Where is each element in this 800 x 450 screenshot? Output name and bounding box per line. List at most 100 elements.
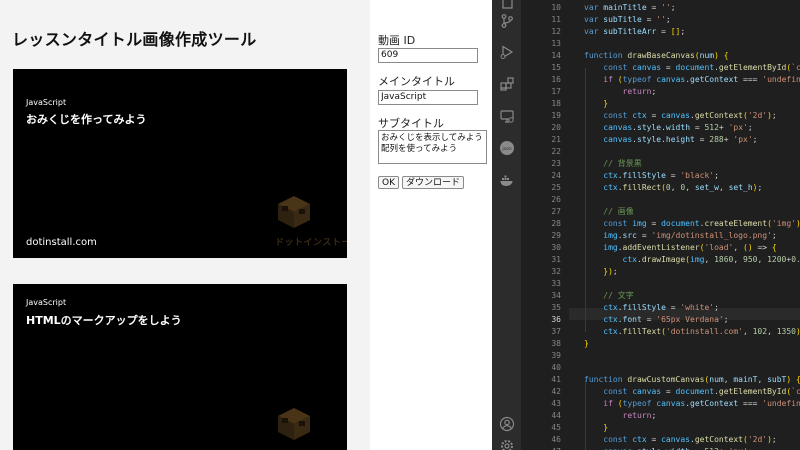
line-number: 18: [551, 99, 561, 108]
run-debug-icon[interactable]: [499, 44, 515, 60]
line-number: 11: [551, 15, 561, 24]
download-button[interactable]: ダウンロード: [402, 176, 465, 189]
main-title-input[interactable]: [378, 90, 478, 105]
line-number-gutter: 10 11 12 13 14 15 16 17 18 19 20 21 22 23 24 25 26 27 28 29…: [521, 0, 569, 450]
code-line: const canvas = document.getElementById(`…: [603, 63, 800, 72]
logo-text: ドットインストール: [275, 238, 347, 248]
activity-bar: json: [492, 0, 521, 450]
code-line: // 画像: [603, 207, 634, 216]
video-id-input[interactable]: [378, 48, 478, 63]
sub-title-textarea[interactable]: おみくじを表示してみよう 配列を使ってみよう: [378, 130, 487, 164]
code-line: if (typeof canvas.getContext === 'undefi…: [603, 399, 800, 408]
remote-explorer-icon[interactable]: [499, 108, 515, 124]
json-icon[interactable]: json: [499, 140, 515, 156]
line-number: 29: [551, 231, 561, 240]
line-number: 36: [551, 315, 561, 324]
code-line: });: [603, 267, 618, 276]
line-number: 16: [551, 75, 561, 84]
account-icon[interactable]: [499, 416, 515, 432]
line-number: 41: [551, 375, 561, 384]
code-line: const img = document.createElement('img'…: [603, 219, 800, 228]
line-number: 42: [551, 387, 561, 396]
line-number: 14: [551, 51, 561, 60]
code-editor: json 10 11 12 13 14 15 16 17 18 19 20 21 22 23 24 25 26 2…: [492, 0, 800, 450]
code-line: canvas.style.width = 512+ 'px';: [603, 123, 753, 132]
code-line: ctx.fillStyle = 'black';: [603, 171, 719, 180]
dotinstall-logo: ドットインストール: [275, 193, 347, 248]
code-line: function drawBaseCanvas(num) {: [584, 51, 729, 60]
code-line: img.src = 'img/dotinstall_logo.png';: [603, 231, 777, 240]
code-line: if (typeof canvas.getContext === 'undefi…: [603, 75, 800, 84]
code-area[interactable]: var mainTitle = ''; var subTitle = ''; var…: [584, 0, 800, 450]
code-line: }: [603, 423, 609, 432]
line-number: 45: [551, 423, 561, 432]
explorer-icon[interactable]: [499, 0, 515, 10]
code-line: const ctx = canvas.getContext('2d');: [603, 111, 777, 120]
ok-button[interactable]: OK: [378, 176, 399, 189]
title-form: 動画 ID メインタイトル サブタイトル おみくじを表示してみよう 配列を使って…: [378, 0, 492, 450]
extensions-icon[interactable]: [499, 76, 515, 92]
line-number: 38: [551, 339, 561, 348]
code-line: return;: [622, 411, 657, 420]
canvas-site-text: dotinstall.com: [26, 237, 97, 248]
sub-title-line: おみくじを表示してみよう: [381, 133, 483, 143]
code-line: ctx.fillRect(0, 0, set_w, set_h);: [603, 183, 763, 192]
code-line: ctx.fillText('dotinstall.com', 102, 1350…: [603, 327, 800, 336]
sub-title-label: サブタイトル: [378, 117, 444, 130]
code-line: canvas.style.height = 288+ 'px';: [603, 135, 758, 144]
canvas-main-title: おみくじを作ってみよう: [26, 113, 147, 126]
line-number: 25: [551, 183, 561, 192]
tool-area: レッスンタイトル画像作成ツール JavaScript おみくじを作ってみよう ド…: [0, 0, 370, 450]
line-number: 32: [551, 267, 561, 276]
line-number: 22: [551, 147, 561, 156]
code-line: // 背景黒: [603, 159, 642, 168]
code-line: var subTitle = '';: [584, 15, 671, 24]
line-number: 44: [551, 411, 561, 420]
svg-text:json: json: [501, 146, 511, 152]
line-number: 34: [551, 291, 561, 300]
line-number: 46: [551, 435, 561, 444]
code-line: }: [603, 99, 609, 108]
line-number: 24: [551, 171, 561, 180]
line-number: 13: [551, 39, 561, 48]
code-line: // 文字: [603, 291, 634, 300]
code-line: return;: [622, 87, 657, 96]
code-line: var subTitleArr = [];: [584, 27, 686, 36]
box-logo-icon: [278, 196, 310, 228]
line-number: 40: [551, 363, 561, 372]
line-number: 43: [551, 399, 561, 408]
line-number: 26: [551, 195, 561, 204]
code-line: img.addEventListener('load', () => {: [603, 243, 777, 252]
preview-canvas-1: JavaScript おみくじを作ってみよう ドットインストール dotinst…: [13, 69, 347, 258]
code-line: const ctx = canvas.getContext('2d');: [603, 435, 777, 444]
line-number: 33: [551, 279, 561, 288]
code-line: ctx.font = '65px Verdana';: [603, 315, 729, 324]
browser-page: レッスンタイトル画像作成ツール JavaScript おみくじを作ってみよう ド…: [0, 0, 492, 450]
code-line: var mainTitle = '';: [584, 3, 676, 12]
canvas-language: JavaScript: [26, 298, 67, 307]
line-number: 17: [551, 87, 561, 96]
line-number: 15: [551, 63, 561, 72]
main-title-label: メインタイトル: [378, 75, 455, 88]
line-number: 28: [551, 219, 561, 228]
line-number: 35: [551, 303, 561, 312]
page-title: レッスンタイトル画像作成ツール: [12, 30, 257, 49]
canvas-main-title: HTMLのマークアップをしよう: [26, 314, 182, 327]
code-line: function drawCustomCanvas(num, mainT, su…: [584, 375, 800, 384]
line-number: 20: [551, 123, 561, 132]
line-number: 23: [551, 159, 561, 168]
settings-gear-icon[interactable]: [499, 438, 515, 450]
code-line: }: [584, 339, 589, 348]
line-number: 12: [551, 27, 561, 36]
line-number: 37: [551, 327, 561, 336]
line-number: 19: [551, 111, 561, 120]
source-control-icon[interactable]: [499, 13, 515, 29]
preview-canvas-2: JavaScript HTMLのマークアップをしよう: [13, 284, 347, 450]
line-number: 30: [551, 243, 561, 252]
line-number: 31: [551, 255, 561, 264]
dotinstall-logo: [275, 405, 313, 447]
docker-icon[interactable]: [499, 172, 515, 188]
code-line: canvas.style.width = 512+ 'px';: [584, 446, 752, 450]
sub-title-line: 配列を使ってみよう: [381, 144, 458, 154]
canvas-language: JavaScript: [26, 98, 67, 107]
